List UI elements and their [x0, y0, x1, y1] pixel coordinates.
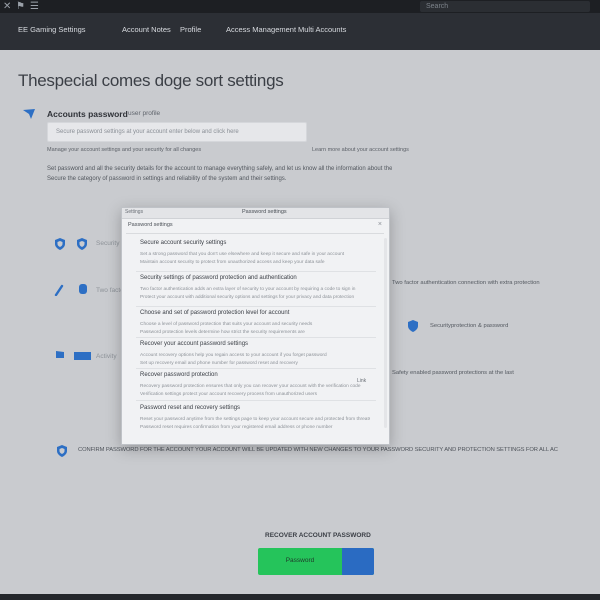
recover-password-label: RECOVER ACCOUNT PASSWORD [265, 532, 371, 539]
dialog-section: Secure account security settings Set a s… [140, 240, 370, 267]
section-title: Password reset and recovery settings [140, 405, 241, 411]
divider [136, 400, 376, 401]
section-title: Security settings of password protection… [140, 275, 297, 281]
section-text: Account recovery options help you regain… [140, 353, 327, 358]
dialog-section: Choose and set of password protection le… [140, 310, 370, 337]
password-search-input[interactable]: Secure password settings at your account… [47, 122, 307, 142]
badge-icon [79, 284, 87, 294]
learn-more-link[interactable]: Learn more about your account settings [312, 147, 409, 153]
status-bar-indicator [74, 352, 91, 360]
section-title: Recover your account password settings [140, 341, 249, 347]
section-text: Choose a level of password protection th… [140, 322, 313, 327]
menu-icon[interactable]: ☰ [30, 1, 39, 12]
right-label-safety[interactable]: Safety enabled password protections at t… [392, 370, 514, 376]
divider [126, 233, 384, 234]
description-line: Set password and all the security detail… [47, 166, 392, 172]
row-label-security[interactable]: Security [96, 240, 119, 247]
dialog-section: Password reset and recovery settings Res… [140, 405, 370, 432]
dialog-titlebar-left: Settings [125, 209, 144, 215]
dropdown-segment[interactable] [342, 548, 374, 575]
divider [136, 368, 376, 369]
dialog-scrollbar[interactable] [384, 238, 387, 428]
section-text: Password protection levels determine how… [140, 330, 305, 335]
key-icon [54, 284, 64, 296]
section-title: Choose and set of password protection le… [140, 310, 290, 316]
settings-hint-left: Manage your account settings and your se… [47, 147, 202, 153]
account-section-subtitle: user profile [128, 110, 161, 117]
page-description: Set password and all the security detail… [47, 164, 392, 184]
dialog-header: Password settings [128, 222, 173, 228]
nav-item-profile[interactable]: Profile [180, 25, 201, 34]
shield-icon [55, 238, 65, 250]
os-top-strip: ✕ ⚑ ☰ Search [0, 0, 600, 13]
dialog-section: Security settings of password protection… [140, 275, 370, 302]
divider [136, 271, 376, 272]
divider [136, 337, 376, 338]
nav-item-gaming-settings[interactable]: EE Gaming Settings [18, 25, 86, 34]
dialog-titlebar[interactable]: Settings Password settings [122, 208, 389, 219]
password-button-label: Password [285, 557, 315, 564]
section-title: Recover password protection [140, 372, 218, 378]
page-title: Thespecial comes doge sort settings [18, 71, 284, 90]
shield-icon [77, 238, 87, 250]
flag-icon [56, 351, 64, 358]
section-text: Set a strong password that you don't use… [140, 252, 345, 257]
right-label-two-factor[interactable]: Two factor authentication connection wit… [392, 280, 540, 286]
section-text: Two factor authentication adds an extra … [140, 287, 356, 292]
right-label-protection[interactable]: Securityprotection & password [430, 323, 508, 329]
dialog-title: Password settings [242, 209, 287, 215]
close-x-icon[interactable]: ✕ [3, 1, 11, 12]
section-text: Maintain account security to protect fro… [140, 260, 325, 265]
description-line: Secure the category of password in setti… [47, 176, 287, 182]
password-settings-dialog: Settings Password settings Password sett… [121, 207, 390, 445]
os-bottom-strip [0, 594, 600, 600]
dialog-section: Recover password protection Recovery pas… [140, 372, 370, 399]
section-text: Set up recovery email and phone number f… [140, 361, 298, 366]
account-section-title: Accounts password [47, 109, 128, 119]
row-label-activity[interactable]: Activity [96, 353, 117, 360]
section-title: Secure account security settings [140, 240, 227, 246]
nav-item-multi-accounts[interactable]: Multi Accounts [298, 25, 346, 34]
nav-item-access-management[interactable]: Access Management [226, 25, 296, 34]
password-button[interactable]: Password [258, 548, 374, 575]
nav-item-account-notes[interactable]: Account Notes [122, 25, 171, 34]
dialog-link[interactable]: Link [357, 378, 366, 384]
section-text: Verification settings protect your accou… [140, 392, 318, 397]
dialog-section: Recover your account password settings A… [140, 341, 370, 368]
app-navbar: EE Gaming Settings Account Notes Profile… [0, 13, 600, 50]
section-text: Protect your account with additional sec… [140, 295, 355, 300]
shield-icon [57, 445, 67, 457]
divider [136, 306, 376, 307]
close-icon[interactable]: × [378, 221, 382, 228]
top-search-input[interactable]: Search [420, 1, 590, 12]
section-text: Password reset requires confirmation fro… [140, 425, 333, 430]
flag-icon[interactable]: ⚑ [16, 1, 25, 12]
section-text: Reset your password anytime from the set… [140, 417, 370, 422]
confirm-password-notice: CONFIRM PASSWORD FOR THE ACCOUNT YOUR AC… [78, 447, 558, 453]
edit-pencil-icon [23, 109, 35, 119]
section-text: Recovery password protection ensures tha… [140, 384, 361, 389]
shield-icon [408, 320, 418, 332]
